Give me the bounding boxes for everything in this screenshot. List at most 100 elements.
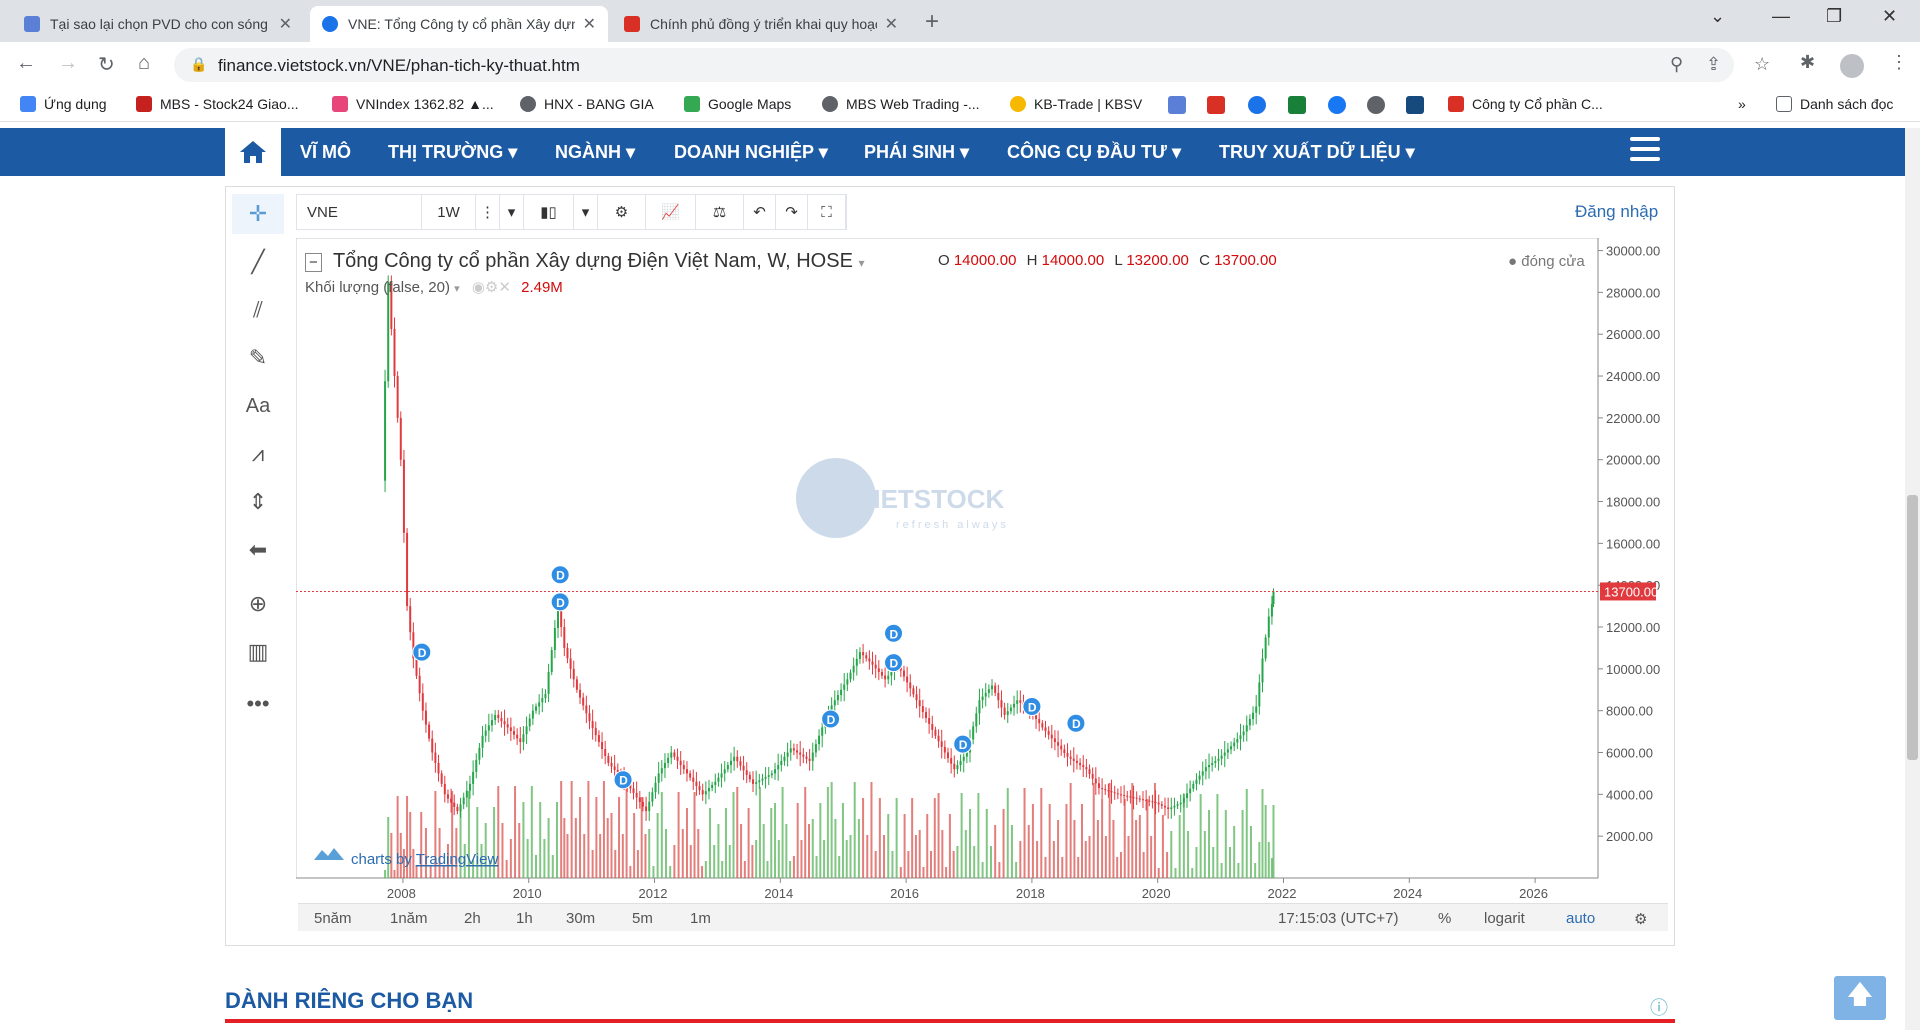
chart-bookmark-icon[interactable] [1168,96,1186,114]
fullscreen-icon[interactable]: ⛶ [808,195,846,229]
tab-search-icon[interactable]: ⌄ [1710,6,1725,27]
legend-action-icons[interactable]: ◉⚙✕ [472,279,511,296]
globe-bookmark-icon[interactable] [1248,96,1266,114]
bookmark-star-icon[interactable]: ☆ [1754,54,1770,75]
bookmark-hnx[interactable]: HNX - BANG GIA [520,96,654,112]
volume-bar [1254,863,1257,878]
compare-icon[interactable]: ⚖ [696,195,744,229]
extensions-icon[interactable]: ✱ [1800,52,1815,73]
ruler-icon[interactable]: ▥ [232,632,284,672]
nav-truy-xuat-du-lieu[interactable]: TRUY XUẤT DỮ LIỆU ▾ [1219,142,1415,163]
arrow-left-icon[interactable]: ⬅ [232,530,284,570]
close-mode-indicator[interactable]: ● đóng cửa [1508,253,1585,270]
range-5y[interactable]: 5năm [314,910,352,927]
bookmark-kbtrade[interactable]: KB-Trade | KBSV [1010,96,1142,112]
collapse-legend-icon[interactable]: − [305,253,322,272]
home-icon[interactable]: ⌂ [138,52,150,75]
hamburger-menu-icon[interactable] [1630,137,1660,167]
range-5m[interactable]: 5m [632,910,653,927]
tradingview-link[interactable]: TradingView [416,851,499,868]
login-link[interactable]: Đăng nhập [1575,202,1658,222]
close-window-icon[interactable]: ✕ [1882,6,1897,27]
percent-toggle[interactable]: % [1438,910,1451,927]
maximize-icon[interactable]: ❐ [1826,6,1842,27]
settings-gear-icon[interactable]: ⚙ [598,195,646,229]
home-button[interactable] [225,128,281,176]
nav-phai-sinh[interactable]: PHÁI SINH ▾ [864,142,969,163]
info-icon[interactable]: ⓘ [1650,994,1668,1020]
price-chart[interactable]: VIETSTOCK refresh always 30000.00 28000.00 2… [296,238,1746,958]
more-tools-icon[interactable]: ••• [232,684,284,724]
crosshair-icon[interactable]: ✛ [232,194,284,234]
app-bookmark-icon[interactable] [1406,96,1424,114]
close-tab-icon[interactable]: ✕ [279,14,292,34]
back-icon[interactable]: ← [16,52,36,75]
nav-thi-truong[interactable]: THỊ TRƯỜNG ▾ [388,142,517,163]
new-tab-icon[interactable]: + [925,8,939,36]
log-toggle[interactable]: logarit [1484,910,1525,927]
nav-vi-mo[interactable]: VĨ MÔ [300,142,351,163]
scrollbar-thumb[interactable] [1907,495,1918,760]
back-to-top-button[interactable]: 🡅 [1834,976,1886,1020]
range-1m[interactable]: 1m [690,910,711,927]
fib-tool-icon[interactable]: ⫽ [232,290,284,330]
address-bar[interactable]: 🔒 finance.vietstock.vn/VNE/phan-tich-ky-… [174,48,1770,82]
interval-button[interactable]: 1W [422,195,476,229]
minimize-icon[interactable]: — [1772,6,1790,27]
bookmark-vnindex[interactable]: VNIndex 1362.82 ▲... [332,96,494,112]
chart-settings-icon[interactable]: ⚙ [1634,910,1647,928]
url-text[interactable]: finance.vietstock.vn/VNE/phan-tich-ky-th… [218,56,580,76]
browser-tab-2[interactable]: VNE: Tổng Công ty cổ phần Xây dựng ✕ [310,6,608,42]
bookmark-company[interactable]: Công ty Cổ phần C... [1448,96,1603,112]
share-icon[interactable]: ⇪ [1706,54,1721,75]
bookmark-google-maps[interactable]: Google Maps [684,96,791,112]
interval-more-icon[interactable]: ⋮ [476,195,500,229]
volume-bar [728,845,731,878]
reading-list[interactable]: Danh sách đọc [1776,96,1893,112]
browser-tab-3[interactable]: Chính phủ đồng ý triển khai quy hoạch ✕ [612,6,910,42]
range-1h[interactable]: 1h [516,910,533,927]
auto-toggle[interactable]: auto [1566,910,1595,927]
pattern-tool-icon[interactable]: ⩘ [232,434,284,474]
close-tab-icon[interactable]: ✕ [583,14,596,34]
lock-icon[interactable]: 🔒 [190,56,207,73]
interval-dropdown-icon[interactable]: ▾ [500,195,524,229]
text-tool-icon[interactable]: Aa [232,386,284,426]
volume-bar [701,866,704,878]
bookmarks-overflow-icon[interactable]: » [1738,96,1746,112]
forward-icon[interactable]: → [58,52,78,75]
close-tab-icon[interactable]: ✕ [885,14,898,34]
legend-dropdown-icon[interactable]: ▾ [858,256,864,270]
candle-style-icon[interactable]: ▮▯ [524,195,574,229]
brush-icon[interactable]: ✎ [232,338,284,378]
style-dropdown-icon[interactable]: ▾ [574,195,598,229]
bookmark-apps[interactable]: Ứng dụng [20,96,107,112]
reload-icon[interactable]: ↻ [98,52,115,77]
undo-icon[interactable]: ↶ [744,195,776,229]
nav-nganh[interactable]: NGÀNH ▾ [555,142,635,163]
bookmark-mbs[interactable]: MBS - Stock24 Giao... [136,96,299,112]
legend-dropdown-icon[interactable]: ▾ [454,283,460,295]
profile-avatar[interactable] [1840,54,1864,78]
globe-bookmark-icon[interactable] [1367,96,1385,114]
volume-bar [660,792,663,878]
nav-doanh-nghiep[interactable]: DOANH NGHIỆP ▾ [674,142,828,163]
nav-cong-cu-dau-tu[interactable]: CÔNG CỤ ĐẦU TƯ ▾ [1007,142,1181,163]
symbol-input[interactable]: VNE [297,195,422,229]
bookmark-label: VNIndex 1362.82 ▲... [356,96,494,112]
trend-line-icon[interactable]: ╱ [232,242,284,282]
indicators-icon[interactable]: 📈 [646,195,696,229]
menu-kebab-icon[interactable]: ⋮ [1890,52,1908,73]
range-30m[interactable]: 30m [566,910,595,927]
facebook-icon[interactable] [1328,96,1346,114]
range-2h[interactable]: 2h [464,910,481,927]
browser-tab-1[interactable]: Tại sao lại chọn PVD cho con sóng ✕ [12,6,304,42]
measure-icon[interactable]: ⇕ [232,482,284,522]
fireant-bookmark-icon[interactable] [1207,96,1225,114]
range-1y[interactable]: 1năm [390,910,428,927]
bookmark-mbs-web[interactable]: MBS Web Trading -... [822,96,980,112]
shield-bookmark-icon[interactable] [1288,96,1306,114]
redo-icon[interactable]: ↷ [776,195,808,229]
zoom-in-icon[interactable]: ⊕ [232,584,284,624]
zoom-icon[interactable]: ⚲ [1670,54,1683,75]
